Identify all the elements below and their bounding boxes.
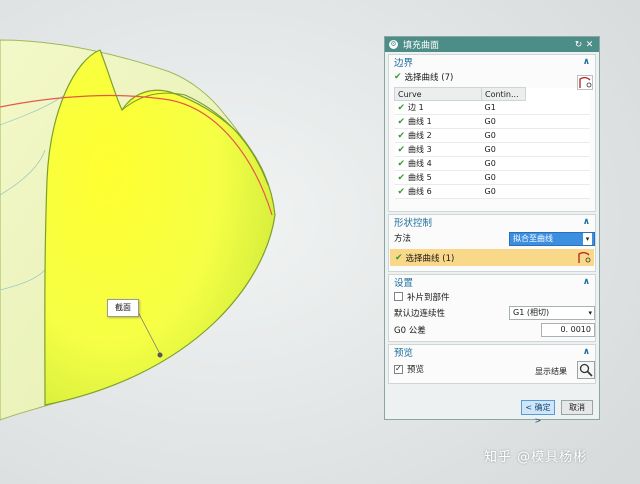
curve-name: 曲线 4 xyxy=(408,159,432,168)
collapse-chevron-icon[interactable]: ∧ xyxy=(583,347,590,357)
settings-header-label: 设置 xyxy=(394,278,414,289)
boundary-header-label: 边界 xyxy=(394,58,414,69)
column-header-curve[interactable]: Curve xyxy=(394,87,482,101)
preview-label: 预览 xyxy=(407,365,425,375)
method-selected-value: 拟合至曲线 xyxy=(513,234,553,243)
settings-section: 设置 ∧ 补片到部件 默认边连续性 G1 (相切) ▾ G0 公差 0. 001… xyxy=(388,274,596,342)
preview-section: 预览 ∧ 预览 显示结果 xyxy=(388,344,596,384)
curve-name: 曲线 1 xyxy=(408,117,432,126)
show-result-label: 显示结果 xyxy=(535,367,567,376)
table-row[interactable]: ✔ 曲线 6 G0 xyxy=(394,184,590,199)
check-icon: ✔ xyxy=(397,103,406,113)
dropdown-arrow-icon[interactable]: ▾ xyxy=(588,307,592,319)
magnifier-icon xyxy=(579,363,593,377)
collapse-chevron-icon[interactable]: ∧ xyxy=(583,57,590,67)
check-icon: ✔ xyxy=(394,72,402,82)
continuity-value[interactable]: G0 xyxy=(481,170,526,185)
table-row[interactable]: ✔ 曲线 2 G0 xyxy=(394,128,590,143)
method-label: 方法 xyxy=(394,234,412,244)
shape-select-label: 选择曲线 (1) xyxy=(405,253,455,264)
continuity-value[interactable]: G0 xyxy=(481,156,526,171)
collapse-chevron-icon[interactable]: ∧ xyxy=(583,217,590,227)
collapse-chevron-icon[interactable]: ∧ xyxy=(583,277,590,287)
shape-control-section-header[interactable]: 形状控制 ∧ xyxy=(389,215,595,229)
boundary-section: 边界 ∧ ✔ 选择曲线 (7) Curve Contin... ✔边 1G1 xyxy=(388,54,596,212)
dropdown-arrow-icon[interactable]: ▾ xyxy=(583,233,592,245)
preview-header-label: 预览 xyxy=(394,348,414,359)
select-curve-icon[interactable] xyxy=(577,75,593,90)
check-icon: ✔ xyxy=(397,187,406,197)
boundary-select-label: 选择曲线 (7) xyxy=(404,73,454,83)
preview-section-header[interactable]: 预览 ∧ xyxy=(389,345,595,359)
patch-to-part-checkbox[interactable] xyxy=(394,292,403,301)
g0-tolerance-input[interactable]: 0. 0010 xyxy=(541,323,595,337)
section-callout[interactable]: 截面 xyxy=(107,299,139,317)
check-icon: ✔ xyxy=(397,173,406,183)
continuity-value[interactable]: G0 xyxy=(481,184,526,199)
table-row[interactable]: ✔ 曲线 1 G0 xyxy=(394,114,590,129)
method-dropdown[interactable]: 拟合至曲线 ▾ xyxy=(509,232,595,246)
settings-gear-icon[interactable]: ⚙ xyxy=(389,40,398,49)
cancel-button[interactable]: 取消 xyxy=(561,400,593,415)
table-row[interactable]: ✔ 边 1 G1 xyxy=(394,100,590,115)
reset-icon[interactable]: ↻ xyxy=(573,40,584,50)
curve-name: 曲线 5 xyxy=(408,173,432,182)
check-icon: ✔ xyxy=(397,131,406,141)
shape-control-header-label: 形状控制 xyxy=(394,218,433,229)
continuity-value[interactable]: G0 xyxy=(481,142,526,157)
curve-name: 曲线 2 xyxy=(408,131,432,140)
continuity-value[interactable]: G0 xyxy=(481,114,526,129)
shape-select-curve[interactable]: ✔ 选择曲线 (1) xyxy=(390,249,594,266)
ok-button[interactable]: < 确定 > xyxy=(521,400,555,425)
table-row[interactable]: ✔ 曲线 5 G0 xyxy=(394,170,590,185)
tolerance-label: G0 公差 xyxy=(394,325,426,336)
default-continuity-dropdown[interactable]: G1 (相切) ▾ xyxy=(509,306,595,320)
check-icon: ✔ xyxy=(397,159,406,169)
shape-control-section: 形状控制 ∧ 方法 拟合至曲线 ▾ ✔ 选择曲线 (1) xyxy=(388,214,596,272)
select-curve-icon[interactable] xyxy=(577,251,593,266)
boundary-select-curve[interactable]: ✔ 选择曲线 (7) xyxy=(389,69,595,85)
boundary-section-header[interactable]: 边界 ∧ xyxy=(389,55,595,69)
continuity-value[interactable]: G1 xyxy=(481,100,526,115)
check-icon: ✔ xyxy=(397,145,406,155)
column-header-continuity[interactable]: Contin... xyxy=(481,87,526,101)
continuity-selected-value: G1 (相切) xyxy=(513,308,550,317)
close-icon[interactable]: ✕ xyxy=(584,40,595,50)
tolerance-value: 0. 0010 xyxy=(560,325,591,334)
curve-name: 曲线 3 xyxy=(408,145,432,154)
continuity-label: 默认边连续性 xyxy=(394,308,446,319)
table-row[interactable]: ✔ 曲线 3 G0 xyxy=(394,142,590,157)
settings-section-header[interactable]: 设置 ∧ xyxy=(389,275,595,289)
dialog-title: 填充曲面 xyxy=(403,41,440,51)
check-icon: ✔ xyxy=(397,117,406,127)
patch-to-part-label: 补片到部件 xyxy=(407,292,450,303)
callout-anchor-point[interactable] xyxy=(157,352,163,358)
curve-name: 边 1 xyxy=(408,103,424,112)
patch-to-part-row[interactable]: 补片到部件 xyxy=(389,289,595,304)
continuity-value[interactable]: G0 xyxy=(481,128,526,143)
preview-checkbox[interactable] xyxy=(394,364,403,374)
curve-name: 曲线 6 xyxy=(408,187,432,196)
check-icon: ✔ xyxy=(395,252,403,263)
dialog-titlebar[interactable]: ⚙ 填充曲面 ↻ ✕ xyxy=(385,37,599,52)
fill-surface-dialog: ⚙ 填充曲面 ↻ ✕ 边界 ∧ ✔ 选择曲线 (7) Curve Contin.… xyxy=(384,36,600,425)
watermark: 知乎 @模具杨彬 xyxy=(484,450,588,465)
boundary-curve-table: Curve Contin... ✔ 边 1 G1 ✔ 曲线 1 G0 ✔ 曲线 2 G0 ✔… xyxy=(394,87,590,199)
show-result-button[interactable] xyxy=(577,361,595,379)
table-row[interactable]: ✔ 曲线 4 G0 xyxy=(394,156,590,171)
